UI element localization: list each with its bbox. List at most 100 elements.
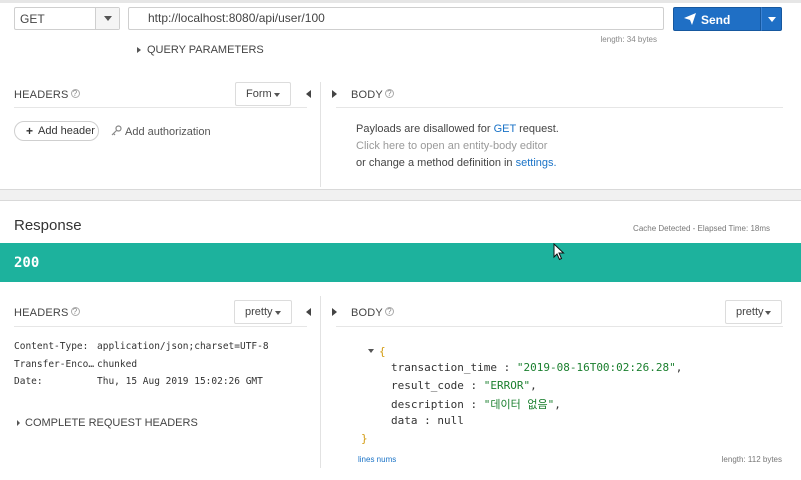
send-options-button[interactable] xyxy=(761,7,782,31)
header-name: Transfer-Enco… xyxy=(14,359,95,370)
response-length: length: 112 bytes xyxy=(721,455,782,464)
response-body-mode-dropdown[interactable]: pretty xyxy=(725,300,782,324)
header-row: Date: Thu, 15 Aug 2019 15:02:26 GMT xyxy=(14,376,263,387)
response-body-label: BODY xyxy=(351,307,383,319)
send-label: Send xyxy=(701,13,731,27)
add-authorization-label: Add authorization xyxy=(125,126,211,138)
caret-down-icon xyxy=(768,17,776,22)
response-headers-divider xyxy=(14,326,307,327)
json-close-brace: } xyxy=(361,432,368,445)
headers-divider xyxy=(14,107,307,108)
chevron-right-icon[interactable] xyxy=(332,308,337,316)
mouse-cursor-icon xyxy=(553,243,565,261)
headers-mode-label: Form xyxy=(246,88,272,100)
response-panel: Response Cache Detected - Elapsed Time: … xyxy=(0,200,801,480)
panel-divider[interactable] xyxy=(320,82,321,187)
response-panel-divider[interactable] xyxy=(320,296,321,468)
json-key: transaction_time xyxy=(391,361,497,374)
method-select[interactable]: GET xyxy=(14,7,120,30)
chevron-right-icon[interactable] xyxy=(332,90,337,98)
response-body-divider xyxy=(336,326,783,327)
help-icon[interactable]: ? xyxy=(70,89,80,98)
json-value: "데이터 없음" xyxy=(483,398,555,411)
json-line: description : "데이터 없음", xyxy=(391,398,561,411)
query-parameters-label: QUERY PARAMETERS xyxy=(147,44,264,56)
method-value: GET xyxy=(20,12,45,26)
body-message-prefix: Payloads are disallowed for xyxy=(356,123,491,135)
response-headers-mode-label: pretty xyxy=(245,306,273,318)
caret-down-icon xyxy=(275,311,281,315)
json-open-brace: { xyxy=(379,345,386,358)
response-title: Response xyxy=(14,217,82,234)
body-divider xyxy=(336,107,783,108)
json-value: "2019-08-16T00:02:26.28" xyxy=(516,361,676,374)
send-icon xyxy=(684,13,696,25)
lines-nums-toggle[interactable]: lines nums xyxy=(358,455,396,464)
url-length: length: 34 bytes xyxy=(600,35,657,44)
body-disallowed-message: Payloads are disallowed for GET request. xyxy=(356,123,559,135)
url-input[interactable]: http://localhost:8080/api/user/100 xyxy=(128,7,664,30)
response-headers-mode-dropdown[interactable]: pretty xyxy=(234,300,292,324)
change-method-message: or change a method definition in setting… xyxy=(356,157,557,169)
help-icon[interactable]: ? xyxy=(70,307,80,316)
json-line: data : null xyxy=(391,414,464,427)
help-icon[interactable]: ? xyxy=(384,89,394,98)
request-body-title: BODY? xyxy=(351,89,394,101)
complete-request-headers-label: COMPLETE REQUEST HEADERS xyxy=(25,417,198,429)
json-comma: , xyxy=(554,398,561,411)
headers-mode-dropdown[interactable]: Form xyxy=(235,82,291,106)
change-method-prefix: or change a method definition in xyxy=(356,157,513,169)
response-body-title: BODY? xyxy=(351,307,394,319)
body-method-link[interactable]: GET xyxy=(494,123,516,135)
json-line: result_code : "ERROR", xyxy=(391,379,537,392)
header-row: Content-Type: application/json;charset=UT… xyxy=(14,341,269,352)
expand-right-icon xyxy=(17,420,20,427)
body-message-suffix: request. xyxy=(519,123,559,135)
json-value: null xyxy=(437,414,464,427)
chevron-left-icon[interactable] xyxy=(306,90,311,98)
json-close-line: } xyxy=(361,432,368,445)
caret-down-icon xyxy=(274,93,280,97)
json-value: "ERROR" xyxy=(483,379,531,392)
complete-request-headers-toggle[interactable]: COMPLETE REQUEST HEADERS xyxy=(17,417,198,429)
header-value: Thu, 15 Aug 2019 15:02:26 GMT xyxy=(97,376,263,387)
header-value: application/json;charset=UTF-8 xyxy=(97,341,269,352)
response-headers-label: HEADERS xyxy=(14,307,69,319)
json-open-line: { xyxy=(368,345,386,358)
json-line: transaction_time : "2019-08-16T00:02:26.… xyxy=(391,361,683,374)
key-icon xyxy=(111,125,122,136)
collapse-icon[interactable] xyxy=(368,349,374,353)
add-header-label: Add header xyxy=(38,125,95,137)
help-icon[interactable]: ? xyxy=(384,307,394,316)
request-panel: GET http://localhost:8080/api/user/100 l… xyxy=(0,0,801,190)
json-key: data xyxy=(391,414,418,427)
change-method-suffix: . xyxy=(553,157,557,169)
request-headers-title: HEADERS? xyxy=(14,89,80,101)
json-key: description xyxy=(391,398,464,411)
response-body-mode-label: pretty xyxy=(736,306,764,318)
caret-down-icon xyxy=(765,311,771,315)
json-key: result_code xyxy=(391,379,464,392)
open-editor-link[interactable]: Click here to open an entity-body editor xyxy=(356,140,547,152)
send-button[interactable]: Send xyxy=(673,7,761,31)
chevron-left-icon[interactable] xyxy=(306,308,311,316)
header-name: Date: xyxy=(14,376,43,387)
request-headers-label: HEADERS xyxy=(14,89,69,101)
json-comma: , xyxy=(530,379,537,392)
response-meta: Cache Detected - Elapsed Time: 18ms xyxy=(633,224,770,233)
query-parameters-toggle[interactable]: QUERY PARAMETERS xyxy=(137,44,264,56)
method-dropdown-toggle[interactable] xyxy=(95,8,119,29)
request-body-label: BODY xyxy=(351,89,383,101)
caret-down-icon xyxy=(104,16,112,21)
settings-link[interactable]: settings xyxy=(516,157,554,169)
header-value: chunked xyxy=(97,359,138,370)
add-header-button[interactable]: + Add header xyxy=(14,121,99,141)
status-bar: 200 xyxy=(0,243,801,282)
response-headers-title: HEADERS? xyxy=(14,307,80,319)
header-name: Content-Type: xyxy=(14,341,89,352)
expand-right-icon xyxy=(137,47,141,54)
status-code: 200 xyxy=(14,255,40,271)
header-row: Transfer-Enco… chunked xyxy=(14,359,137,370)
top-strip xyxy=(0,0,801,3)
add-authorization-link[interactable]: Add authorization xyxy=(111,125,211,138)
